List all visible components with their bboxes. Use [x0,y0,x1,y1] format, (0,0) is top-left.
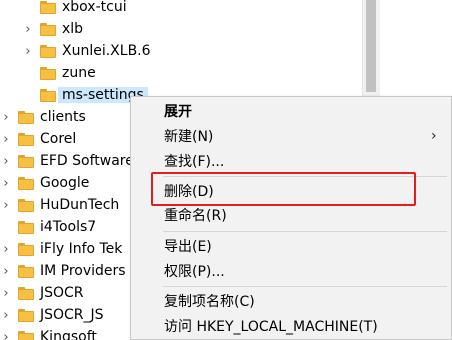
menu-item-label: 访问 HKEY_LOCAL_MACHINE(T) [164,319,378,335]
context-menu: 展开 新建(N) › 查找(F)... 删除(D) 重命名(R) 导出(E) 权… [130,96,452,340]
folder-icon [40,22,56,36]
folder-icon [18,308,34,322]
tree-item-corel[interactable]: › Corel [0,128,76,150]
tree-item-label: Xunlei.XLB.6 [62,43,151,59]
chevron-right-icon[interactable]: › [0,286,12,301]
tree-item-zune[interactable]: zune [22,62,96,84]
tree-item-label: Kingsoft [40,329,97,340]
menu-item-export[interactable]: 导出(E) [131,235,451,257]
folder-icon [18,132,34,146]
chevron-right-icon[interactable]: › [0,198,12,213]
tree-item-kingsoft[interactable]: › Kingsoft [0,326,97,340]
scrollbar-thumb[interactable] [366,0,376,92]
folder-icon [18,154,34,168]
tree-item-clients[interactable]: › clients [0,106,86,128]
tree-item-label: xlb [62,21,84,37]
tree-item-ms-settings[interactable]: ms-settings [22,84,148,106]
chevron-right-icon[interactable]: › [22,44,34,59]
tree-item-label: IM Providers [40,263,126,279]
menu-item-visit-hklm[interactable]: 访问 HKEY_LOCAL_MACHINE(T) [131,315,451,337]
folder-icon [40,88,56,102]
folder-icon [18,198,34,212]
tree-item-label: i4Tools7 [40,219,97,235]
menu-item-label: 复制项名称(C) [164,294,255,310]
tree-item-label: EFD Software [40,153,134,169]
menu-item-label: 新建(N) [164,129,214,145]
menu-item-new[interactable]: 新建(N) › [131,125,451,147]
chevron-right-icon[interactable]: › [22,22,34,37]
chevron-right-icon[interactable]: › [0,330,12,340]
folder-icon [18,264,34,278]
chevron-right-icon[interactable]: › [0,110,12,125]
tree-item-label: clients [40,109,86,125]
tree-item-hudun[interactable]: › HuDunTech [0,194,119,216]
folder-icon [18,330,34,340]
tree-item-label: zune [62,65,96,81]
folder-icon [18,176,34,190]
tree-item-label: iFly Info Tek [40,241,123,257]
tree-item-xunlei[interactable]: › Xunlei.XLB.6 [22,40,151,62]
chevron-right-icon[interactable]: › [0,264,12,279]
menu-separator [163,231,447,232]
menu-item-label: 重命名(R) [164,208,227,224]
submenu-arrow-icon: › [431,128,437,144]
tree-item-jsocr-js[interactable]: › JSOCR_JS [0,304,104,326]
menu-item-rename[interactable]: 重命名(R) [131,204,451,226]
folder-icon [18,242,34,256]
chevron-right-icon[interactable]: › [0,176,12,191]
menu-item-label: 查找(F)... [164,154,225,170]
menu-item-label: 展开 [164,104,192,120]
tree-item-xlb[interactable]: › xlb [22,18,83,40]
tree-item-jsocr[interactable]: › JSOCR [0,282,84,304]
menu-item-label: 权限(P)... [164,264,225,280]
menu-item-expand[interactable]: 展开 [131,100,451,122]
tree-item-label: Google [40,175,90,191]
folder-icon [40,66,56,80]
tree-item-label: JSOCR [40,285,84,301]
menu-item-permissions[interactable]: 权限(P)... [131,260,451,282]
folder-icon [40,44,56,58]
tree-item-label: Corel [40,131,77,147]
menu-item-find[interactable]: 查找(F)... [131,150,451,172]
tree-item-ifly[interactable]: › iFly Info Tek [0,238,122,260]
tree-item-label: JSOCR_JS [40,307,104,323]
tree-item-google[interactable]: › Google [0,172,89,194]
delete-highlight-box [151,172,416,206]
tree-item-label: xbox-tcui [62,0,127,15]
menu-item-label: 导出(E) [164,239,212,255]
chevron-right-icon[interactable]: › [0,154,12,169]
folder-icon [18,286,34,300]
folder-icon [18,110,34,124]
tree-item-xbox-tcui[interactable]: xbox-tcui [22,0,127,18]
tree-item-label: HuDunTech [40,197,120,213]
tree-item-im-providers[interactable]: › IM Providers [0,260,126,282]
tree-item-i4tools7[interactable]: i4Tools7 [0,216,96,238]
menu-separator [163,286,447,287]
menu-item-copy-key-name[interactable]: 复制项名称(C) [131,290,451,312]
chevron-right-icon[interactable]: › [0,132,12,147]
folder-icon [18,220,34,234]
chevron-right-icon[interactable]: › [0,308,12,323]
tree-item-efd-software[interactable]: › EFD Software [0,150,134,172]
folder-icon [40,0,56,14]
chevron-right-icon[interactable]: › [0,242,12,257]
